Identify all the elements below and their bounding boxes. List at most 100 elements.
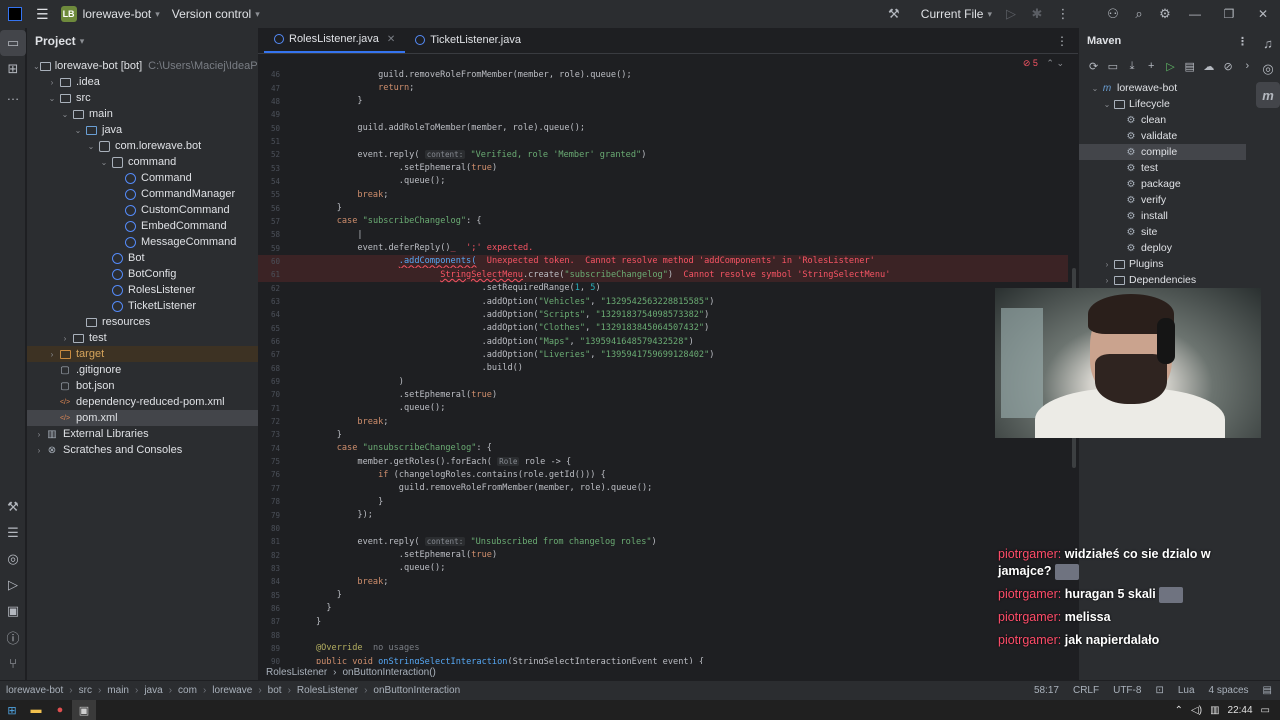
code-text[interactable]: break;: [316, 577, 388, 587]
maven-tree-row[interactable]: ⚙ validate: [1079, 128, 1256, 144]
expand-arrow-icon[interactable]: ⌄: [98, 158, 110, 167]
code-text[interactable]: .build(): [316, 363, 523, 373]
code-line[interactable]: 57 case "subscribeChangelog": {: [258, 215, 1068, 228]
code-line[interactable]: 84 break;: [258, 575, 1068, 588]
code-text[interactable]: .addOption("Scripts", "13291837540985733…: [316, 310, 710, 320]
folder-icon[interactable]: ▭: [1104, 60, 1121, 73]
line-number[interactable]: 49: [258, 110, 282, 119]
code-text[interactable]: }: [316, 430, 342, 440]
skip-tests-icon[interactable]: ⊘: [1220, 60, 1237, 73]
line-number[interactable]: 67: [258, 350, 282, 359]
line-number[interactable]: 54: [258, 177, 282, 186]
maven-tree-row[interactable]: ⌄ m lorewave-bot: [1079, 80, 1256, 96]
line-number[interactable]: 77: [258, 484, 282, 493]
tree-row[interactable]: › .idea: [27, 74, 258, 90]
line-number[interactable]: 78: [258, 497, 282, 506]
status-path-item[interactable]: main: [107, 685, 129, 696]
code-text[interactable]: });: [316, 510, 373, 520]
code-line[interactable]: 65 .addOption("Clothes", "13291838450645…: [258, 322, 1068, 335]
code-text[interactable]: StringSelectMenu.create("subscribeChange…: [316, 270, 890, 280]
line-number[interactable]: 87: [258, 617, 282, 626]
code-line[interactable]: 81 event.reply( content: "Unsubscribed f…: [258, 535, 1068, 548]
structure-tool-icon[interactable]: ⊞: [0, 56, 26, 82]
line-number[interactable]: 52: [258, 150, 282, 159]
code-line[interactable]: 54 .queue();: [258, 175, 1068, 188]
expand-arrow-icon[interactable]: ⌄: [1089, 84, 1101, 93]
search-icon[interactable]: ⌕: [1126, 0, 1152, 28]
code-text[interactable]: .addOption("Clothes", "13291838450645074…: [316, 323, 710, 333]
code-text[interactable]: guild.addRoleToMember(member, role).queu…: [316, 123, 585, 133]
code-line[interactable]: 67 .addOption("Liveries", "1395941759699…: [258, 348, 1068, 361]
tree-row[interactable]: ⌄ src: [27, 90, 258, 106]
code-text[interactable]: .setEphemeral(true): [316, 163, 497, 173]
code-line[interactable]: 83 .queue();: [258, 562, 1068, 575]
project-panel-header[interactable]: Project ▾: [27, 28, 258, 54]
expand-arrow-icon[interactable]: ›: [46, 78, 58, 87]
code-line[interactable]: 80: [258, 522, 1068, 535]
expand-arrow-icon[interactable]: ›: [33, 446, 45, 455]
code-text[interactable]: .addOption("Liveries", "1395941759699128…: [316, 350, 715, 360]
line-number[interactable]: 47: [258, 84, 282, 93]
start-icon[interactable]: ⊞: [0, 700, 24, 720]
close-button[interactable]: ✕: [1246, 0, 1280, 28]
code-text[interactable]: .setEphemeral(true): [316, 390, 497, 400]
line-number[interactable]: 65: [258, 324, 282, 333]
line-number[interactable]: 68: [258, 364, 282, 373]
code-line[interactable]: 63 .addOption("Vehicles", "1329542563228…: [258, 295, 1068, 308]
status-path-item[interactable]: onButtonInteraction: [373, 685, 460, 696]
code-line[interactable]: 88: [258, 628, 1068, 641]
code-text[interactable]: guild.removeRoleFromMember(member, role)…: [316, 483, 653, 493]
tree-row[interactable]: RolesListener: [27, 282, 258, 298]
maven-tree-row[interactable]: ⚙ verify: [1079, 192, 1256, 208]
tree-row[interactable]: </> dependency-reduced-pom.xml: [27, 394, 258, 410]
code-text[interactable]: .addOption("Maps", "1395941648579432528"…: [316, 337, 694, 347]
tree-row[interactable]: MessageCommand: [27, 234, 258, 250]
breadcrumb-class[interactable]: RolesListener: [266, 667, 327, 678]
expand-arrow-icon[interactable]: ⌄: [46, 94, 58, 103]
project-switcher[interactable]: LB lorewave-bot ▾: [55, 0, 166, 28]
line-number[interactable]: 55: [258, 190, 282, 199]
code-text[interactable]: .queue();: [316, 176, 446, 186]
lock-icon[interactable]: ⊡: [1155, 685, 1163, 696]
build-tool-icon[interactable]: ⚒: [0, 494, 26, 520]
run-config-selector[interactable]: Current File ▾: [915, 0, 998, 28]
code-text[interactable]: event.reply( content: "Unsubscribed from…: [316, 536, 657, 547]
line-number[interactable]: 86: [258, 604, 282, 613]
line-number[interactable]: 50: [258, 124, 282, 133]
debug-icon[interactable]: ✱: [1024, 0, 1050, 28]
run-icon[interactable]: ▷: [1162, 60, 1179, 73]
code-line[interactable]: 71 .queue();: [258, 402, 1068, 415]
code-line[interactable]: 58 |: [258, 228, 1068, 241]
code-text[interactable]: .setEphemeral(true): [316, 550, 497, 560]
line-number[interactable]: 83: [258, 564, 282, 573]
code-text[interactable]: .queue();: [316, 563, 446, 573]
add-icon[interactable]: +: [1143, 60, 1160, 72]
tree-row[interactable]: Command: [27, 170, 258, 186]
tree-row[interactable]: › ▥ External Libraries: [27, 426, 258, 442]
vcs-widget[interactable]: Version control ▾: [166, 0, 266, 28]
code-line[interactable]: 60 .addComponents( Unexpected token. Can…: [258, 254, 1068, 269]
code-text[interactable]: @Override no usages: [316, 643, 420, 653]
maven-more-icon[interactable]: ⋮: [1237, 35, 1248, 48]
tab-roles-listener[interactable]: RolesListener.java ✕: [264, 27, 406, 53]
code-line[interactable]: 75 member.getRoles().forEach( Role role …: [258, 455, 1068, 468]
status-path-item[interactable]: com: [178, 685, 197, 696]
code-line[interactable]: 68 .build(): [258, 362, 1068, 375]
more-tools-icon[interactable]: …: [0, 82, 26, 108]
line-number[interactable]: 75: [258, 457, 282, 466]
tree-row[interactable]: › test: [27, 330, 258, 346]
status-path-item[interactable]: bot: [268, 685, 282, 696]
expand-arrow-icon[interactable]: ⌄: [1101, 100, 1113, 109]
line-number[interactable]: 73: [258, 430, 282, 439]
notification-center-icon[interactable]: ▭: [1261, 705, 1270, 716]
tree-row[interactable]: </> pom.xml: [27, 410, 258, 426]
code-line[interactable]: 89 @Override no usages: [258, 642, 1068, 655]
code-line[interactable]: 87}: [258, 615, 1068, 628]
code-line[interactable]: 56 }: [258, 201, 1068, 214]
code-text[interactable]: event.reply( content: "Verified, role 'M…: [316, 149, 646, 160]
code-line[interactable]: 61 StringSelectMenu.create("subscribeCha…: [258, 268, 1068, 282]
code-text[interactable]: }: [316, 603, 331, 613]
breadcrumb-method[interactable]: onButtonInteraction(): [343, 667, 436, 678]
maven-tree-row[interactable]: ⚙ package: [1079, 176, 1256, 192]
maven-tree-row[interactable]: ⚙ site: [1079, 224, 1256, 240]
